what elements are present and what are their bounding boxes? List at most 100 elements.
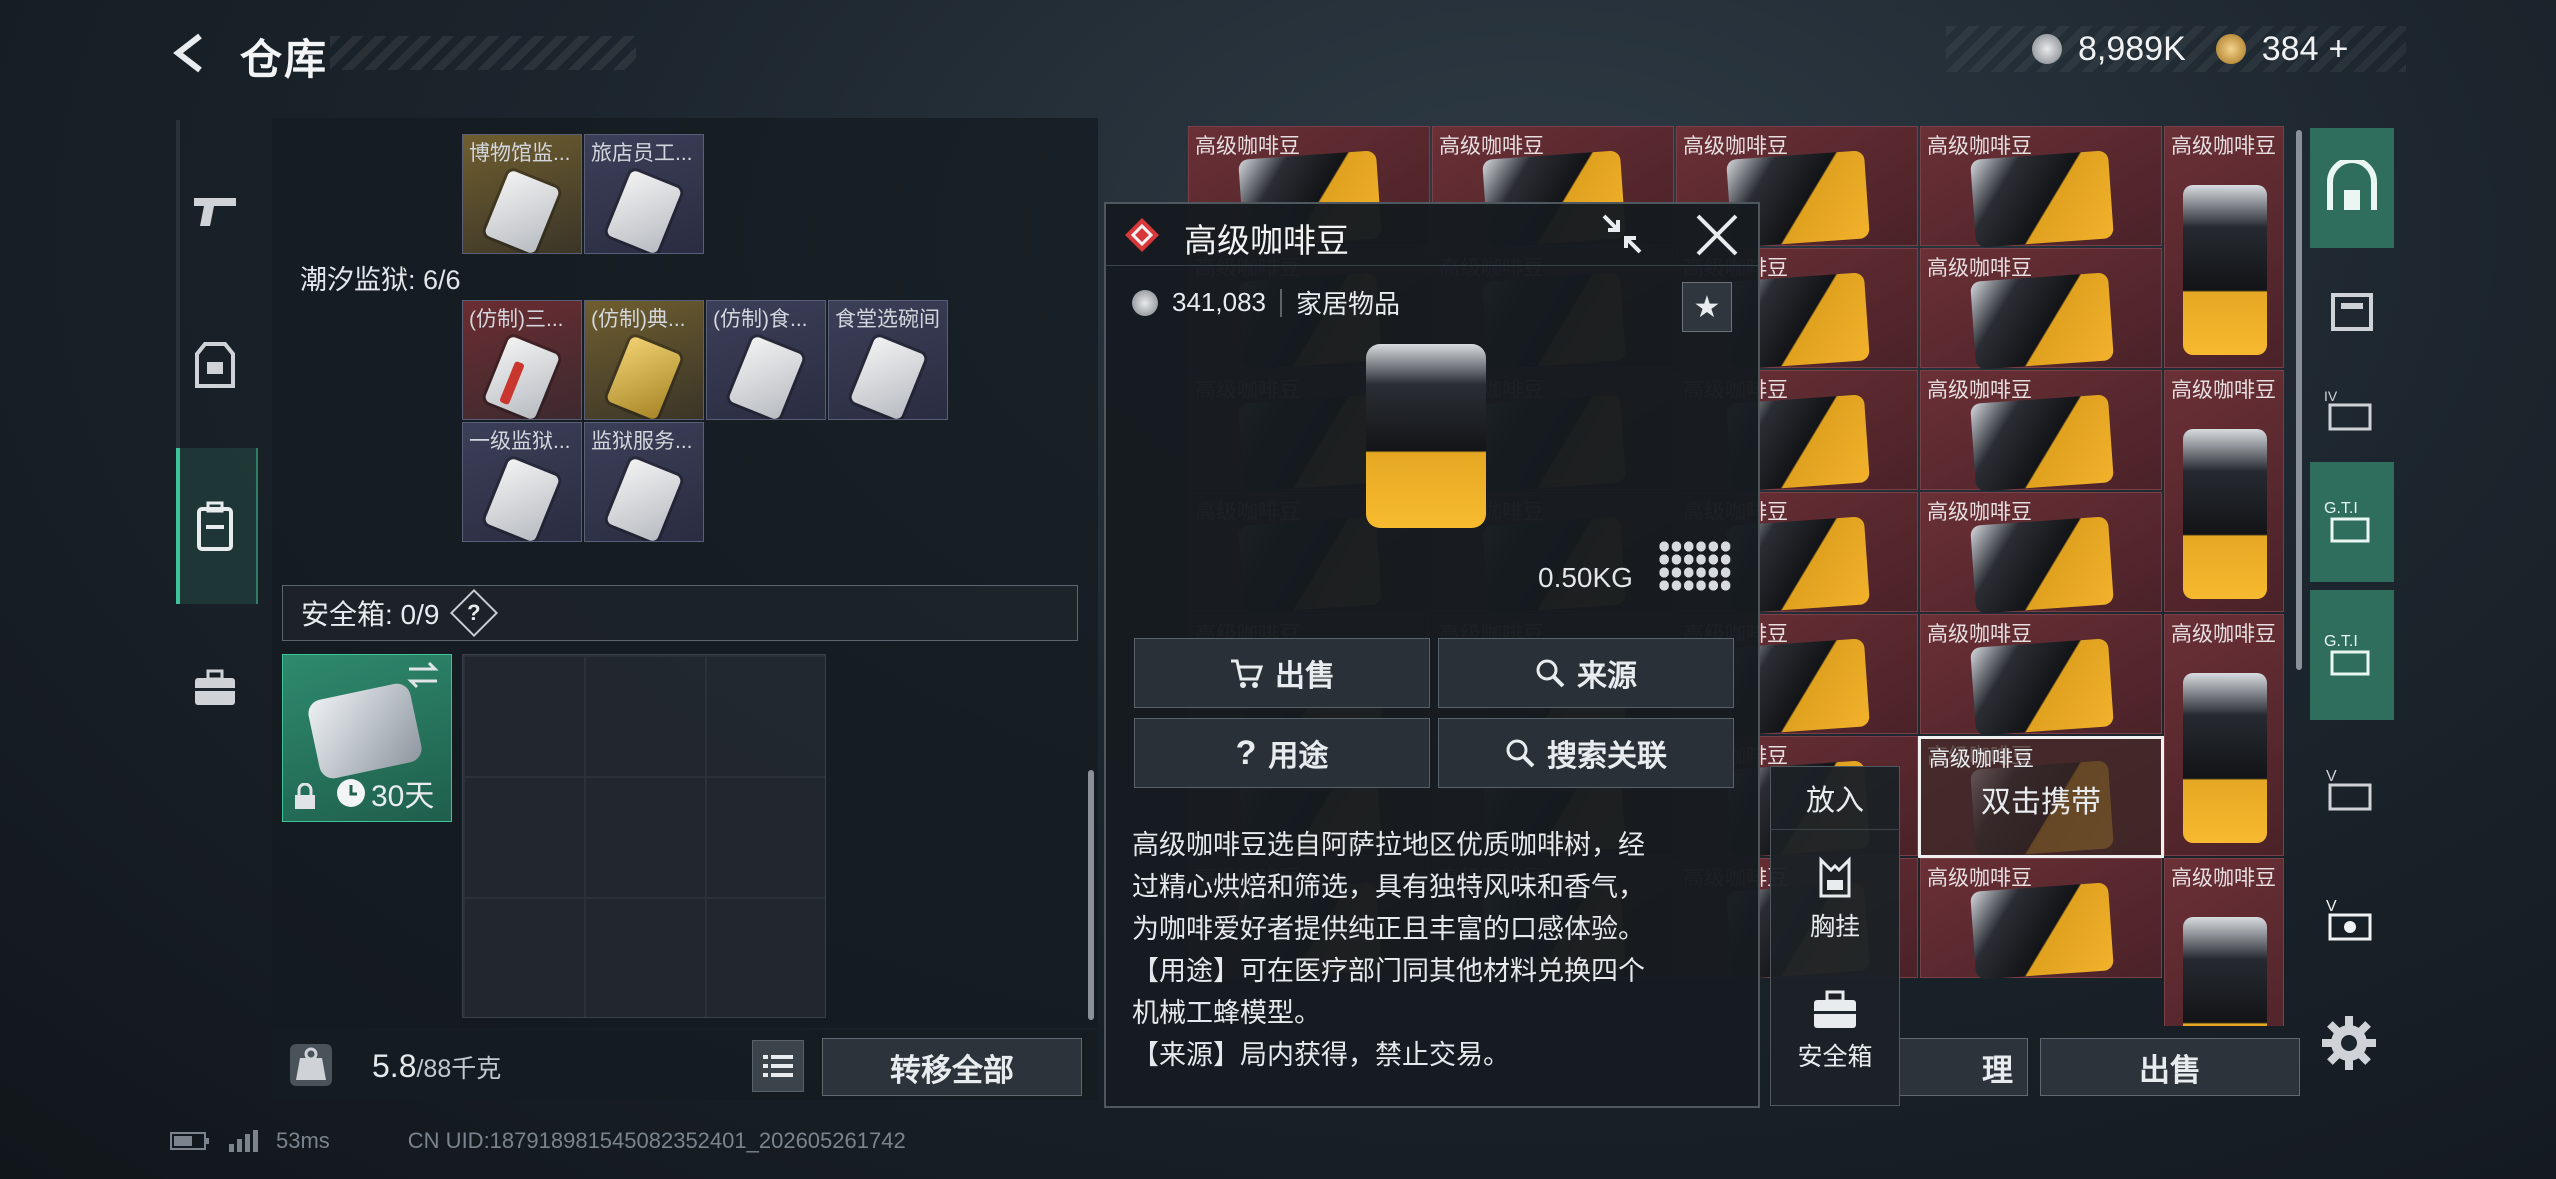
right-tab-gti-2[interactable]: G.T.I	[2310, 590, 2394, 720]
put-in-header: 放入	[1770, 766, 1900, 830]
backpack-item[interactable]: 高级咖啡豆	[1920, 858, 2162, 980]
coffee-bag-image	[1366, 344, 1486, 528]
svg-text:G.T.I: G.T.I	[2324, 500, 2358, 517]
backpack-item[interactable]: 高级咖啡豆	[2164, 126, 2284, 368]
storage-item[interactable]: 博物馆监...	[462, 134, 582, 254]
coffee-bag-icon	[2183, 429, 2267, 599]
backpack-item[interactable]: 高级咖啡豆	[1920, 492, 2162, 614]
storage-item[interactable]: 监狱服务...	[584, 422, 704, 542]
nav-tab-weapons[interactable]	[172, 150, 258, 270]
add-currency-button[interactable]: +	[2329, 30, 2349, 69]
put-in-chest-rig[interactable]: 胸挂	[1772, 856, 1898, 976]
nav-tab-briefcase[interactable]	[172, 628, 258, 748]
right-tab-v-2[interactable]: V	[2310, 860, 2394, 980]
item-label: 高级咖啡豆	[1927, 135, 2032, 158]
silver-coin-icon	[2032, 34, 2062, 64]
silver-amount: 8,989K	[2078, 29, 2186, 68]
back-arrow-icon[interactable]	[168, 30, 214, 76]
gear-icon[interactable]	[2318, 1012, 2380, 1074]
popup-price-row: 341,083 家居物品	[1132, 284, 1400, 321]
collapse-icon[interactable]	[1600, 212, 1644, 256]
backpack-icon	[197, 501, 233, 551]
storage-icon	[2331, 293, 2373, 331]
weight-current: 5.8	[372, 1048, 417, 1084]
grid-size-icon	[1658, 540, 1732, 592]
svg-text:IV: IV	[2324, 388, 2338, 404]
gold-amount: 384	[2261, 29, 2319, 68]
backpack-item[interactable]: 高级咖啡豆	[1920, 614, 2162, 736]
sell-label: 出售	[1275, 660, 1335, 693]
coffee-bag-icon	[2183, 673, 2267, 843]
star-icon: ★	[1693, 290, 1721, 324]
v-card-2-icon: V	[2326, 898, 2372, 941]
backpack-item[interactable]: 高级咖啡豆	[2164, 858, 2284, 1026]
favorite-button[interactable]: ★	[1682, 282, 1732, 332]
storage-item[interactable]: (仿制)三...	[462, 300, 582, 420]
usage-button[interactable]: ? 用途	[1134, 718, 1430, 788]
backpack-scrollbar[interactable]	[2296, 130, 2302, 670]
iv-card-icon: IV	[2324, 388, 2372, 431]
storage-item[interactable]: 旅店员工...	[584, 134, 704, 254]
backpack-item[interactable]: 高级咖啡豆	[2164, 370, 2284, 612]
cart-icon	[1231, 659, 1263, 688]
item-label: 高级咖啡豆	[1929, 748, 2034, 771]
popup-title: 高级咖啡豆	[1184, 222, 1349, 259]
item-label: 博物馆监...	[469, 142, 571, 165]
list-icon	[763, 1055, 793, 1077]
item-label: 食堂选碗间	[835, 308, 940, 331]
storage-item[interactable]: (仿制)食...	[706, 300, 826, 420]
search-related-button[interactable]: 搜索关联	[1438, 718, 1734, 788]
backpack-item[interactable]: 高级咖啡豆	[1920, 370, 2162, 492]
item-label: 高级咖啡豆	[1927, 501, 2032, 524]
right-tab-iv[interactable]: IV	[2310, 350, 2394, 470]
storage-item[interactable]: 一级监狱...	[462, 422, 582, 542]
page-title: 仓库	[240, 36, 329, 83]
double-click-hint-cell[interactable]: 高级咖啡豆 双击携带	[1918, 736, 2164, 858]
source-button[interactable]: 来源	[1438, 638, 1734, 708]
right-tab-map[interactable]	[2310, 128, 2394, 248]
weight-capacity: /88千克	[416, 1055, 502, 1083]
item-label: 高级咖啡豆	[2171, 867, 2276, 890]
weight-icon	[290, 1044, 332, 1086]
section-label: 潮汐监狱: 6/6	[300, 265, 461, 295]
nav-tab-armor[interactable]	[172, 305, 258, 425]
item-label: 高级咖啡豆	[1927, 257, 2032, 280]
safebox-label: 安全箱: 0/9	[301, 599, 440, 630]
storage-scrollbar[interactable]	[1088, 770, 1094, 1020]
safebox-item[interactable]: 30天	[282, 654, 452, 822]
sell-item-button[interactable]: 出售	[1134, 638, 1430, 708]
transfer-all-button[interactable]: 转移全部	[822, 1038, 1082, 1096]
storage-item[interactable]: 食堂选碗间	[828, 300, 948, 420]
sell-button[interactable]: 出售	[2040, 1038, 2300, 1096]
item-label: (仿制)食...	[713, 308, 808, 331]
item-description: 高级咖啡豆选自阿萨拉地区优质咖啡树，经 过精心烘焙和筛选，具有独特风味和香气， …	[1132, 830, 1645, 1070]
silver-coin-icon	[1132, 289, 1158, 316]
briefcase-icon	[1814, 990, 1856, 1028]
backpack-item[interactable]: 高级咖啡豆	[2164, 614, 2284, 856]
right-tab-v[interactable]: V	[2310, 730, 2394, 850]
backpack-item[interactable]: 高级咖啡豆	[1920, 126, 2162, 248]
keycard-icon	[483, 335, 561, 419]
help-icon: ?	[467, 599, 482, 625]
rarity-diamond-icon	[1125, 218, 1159, 252]
battery-icon	[170, 1132, 209, 1150]
item-label: 高级咖啡豆	[1195, 135, 1300, 158]
manage-button[interactable]: 理	[1898, 1038, 2028, 1096]
keycard-icon	[605, 457, 683, 541]
list-view-button[interactable]	[752, 1040, 804, 1092]
help-button[interactable]: ?	[450, 588, 499, 638]
right-tab-gti[interactable]: G.T.I	[2310, 462, 2394, 582]
safebox-grid[interactable]	[462, 654, 826, 1018]
storage-item[interactable]: (仿制)典...	[584, 300, 704, 420]
coffee-bag-icon	[1970, 272, 2114, 370]
item-label: 一级监狱...	[469, 430, 571, 453]
backpack-item[interactable]: 高级咖啡豆	[1920, 248, 2162, 370]
put-in-safebox[interactable]: 安全箱	[1772, 990, 1898, 1110]
svg-text:V: V	[2326, 768, 2337, 785]
close-icon[interactable]	[1692, 210, 1742, 260]
weight-readout: 5.8/88千克	[372, 1048, 501, 1085]
nav-tab-backpack[interactable]	[172, 466, 258, 586]
search-related-label: 搜索关联	[1547, 740, 1667, 773]
gti-card-icon: G.T.I	[2324, 500, 2370, 543]
keycard-icon	[483, 169, 561, 253]
